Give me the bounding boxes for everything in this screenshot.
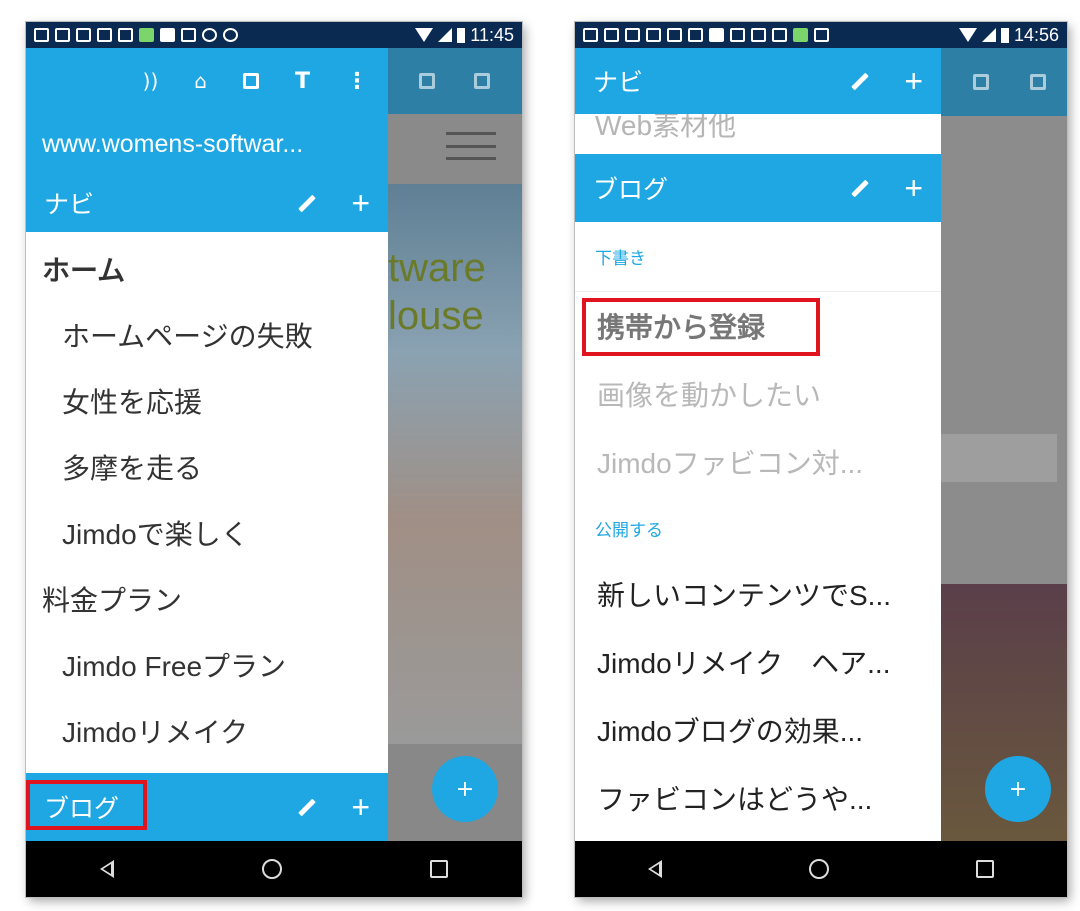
notification-icon xyxy=(625,28,640,42)
notification-icon xyxy=(688,28,703,42)
notification-icon xyxy=(814,28,829,42)
published-post-item[interactable]: 新しいコンテンツでS... xyxy=(575,560,941,628)
notification-icon xyxy=(160,28,175,42)
add-icon[interactable]: + xyxy=(904,172,923,204)
publish-section-label: 公開する xyxy=(595,520,663,540)
faded-navi-item[interactable]: Web素材他 xyxy=(575,114,941,154)
cart-icon[interactable]: ⌂ xyxy=(194,69,207,93)
home-icon[interactable] xyxy=(262,859,282,879)
navi-item[interactable]: 料金プラン xyxy=(26,566,388,632)
add-fab-button[interactable]: + xyxy=(432,756,498,822)
battery-icon xyxy=(457,27,466,43)
blog-highlight-box xyxy=(26,780,147,830)
draft-section-label: 下書き xyxy=(575,222,941,292)
edit-icon[interactable] xyxy=(851,72,870,90)
navi-header: ナビ + xyxy=(26,174,388,232)
status-time: 11:45 xyxy=(470,24,514,45)
notification-icon xyxy=(772,28,787,42)
grid-icon xyxy=(1030,74,1046,90)
mail-icon xyxy=(181,28,196,42)
notification-icon xyxy=(76,28,91,42)
recents-icon[interactable] xyxy=(430,860,448,878)
chart-icon[interactable] xyxy=(242,73,259,89)
notification-icon xyxy=(709,28,724,42)
navi-item[interactable]: Jimdoリメイク xyxy=(26,698,388,764)
navi-item[interactable]: ホーム xyxy=(26,236,388,302)
add-icon[interactable]: + xyxy=(904,65,923,97)
draft-post-item[interactable]: Jimdoファビコン対... xyxy=(575,428,941,496)
published-post-item[interactable]: Jimdoリメイク ヘア... xyxy=(575,628,941,696)
notification-icon xyxy=(751,28,766,42)
signal-icon xyxy=(981,28,996,42)
add-icon[interactable]: + xyxy=(351,187,370,219)
notification-icon xyxy=(97,28,112,42)
system-nav-bar xyxy=(575,841,1067,897)
recents-icon[interactable] xyxy=(975,860,994,878)
navi-item[interactable]: 多摩を走る xyxy=(26,434,388,500)
rss-icon[interactable]: )) xyxy=(143,69,159,93)
blog-header-label: ブログ xyxy=(593,176,669,204)
hero-text: tware louse xyxy=(388,246,486,338)
navi-header: ナビ + xyxy=(575,48,941,114)
right-phone-screen: 14:56 + ナビ + Web素材他 ブログ + 下書き 携帯から登録 画像を動… xyxy=(575,22,1067,897)
drawer-toolbar: )) ⌂ T ⋮ xyxy=(26,48,388,114)
published-post-item[interactable]: ファビコンはどうや... xyxy=(575,764,941,832)
home-icon[interactable] xyxy=(808,859,829,879)
navi-header-label: ナビ xyxy=(593,69,644,97)
notification-icon xyxy=(202,28,217,42)
navigation-drawer: )) ⌂ T ⋮ www.womens-softwar... ナビ + ホームホ… xyxy=(26,48,388,841)
notification-icon xyxy=(646,28,661,42)
system-nav-bar xyxy=(26,841,522,897)
status-time: 14:56 xyxy=(1013,24,1059,45)
signal-icon xyxy=(438,28,453,42)
blog-header: ブログ + xyxy=(575,154,941,222)
notification-icon xyxy=(118,28,133,42)
back-icon[interactable] xyxy=(648,860,663,878)
navi-header-label: ナビ xyxy=(44,191,95,219)
navigation-drawer: ナビ + Web素材他 ブログ + 下書き 携帯から登録 画像を動かしたい Jimd… xyxy=(575,48,941,841)
notification-icon xyxy=(34,28,49,42)
notification-icon xyxy=(793,28,808,42)
add-fab-button[interactable]: + xyxy=(985,756,1051,822)
published-post-item[interactable]: Jimdoブログの効果... xyxy=(575,696,941,764)
navi-item[interactable]: 女性を応援 xyxy=(26,368,388,434)
back-icon[interactable] xyxy=(100,860,114,878)
battery-icon xyxy=(1000,27,1009,43)
background-block xyxy=(941,434,1057,482)
paint-roller-icon[interactable]: T xyxy=(295,69,310,94)
edit-icon[interactable] xyxy=(298,194,317,212)
notification-icon xyxy=(730,28,745,42)
device-icon xyxy=(419,73,435,89)
published-list: 新しいコンテンツでS... Jimdoリメイク ヘア... Jimdoブログの効果.… xyxy=(575,560,941,832)
notification-icon xyxy=(55,28,70,42)
more-vert-icon[interactable]: ⋮ xyxy=(346,69,368,94)
status-bar: 11:45 xyxy=(26,22,522,48)
draft-post-item[interactable]: 画像を動かしたい xyxy=(575,360,941,428)
left-phone-screen: 11:45 tware louse + )) ⌂ T ⋮ www.womens-… xyxy=(26,22,522,897)
edit-icon[interactable] xyxy=(298,798,317,816)
add-icon[interactable]: + xyxy=(351,791,370,823)
mail-icon xyxy=(667,28,682,42)
navi-item[interactable]: Jimdo Freeプラン xyxy=(26,632,388,698)
notification-icon xyxy=(223,28,238,42)
status-bar: 14:56 xyxy=(575,22,1067,48)
background-image xyxy=(941,584,1067,864)
notification-icon xyxy=(139,28,154,42)
navi-list: ホーム ホームページの失敗 女性を応援 多摩を走る Jimdoで楽しく 料金プラン Jimd… xyxy=(26,232,388,764)
notification-icon xyxy=(604,28,619,42)
notification-icon xyxy=(583,28,598,42)
grid-icon xyxy=(474,73,490,89)
device-icon xyxy=(973,74,989,90)
draft-highlight-box xyxy=(582,298,820,356)
edit-icon[interactable] xyxy=(851,179,870,197)
wifi-icon xyxy=(415,28,434,42)
hamburger-icon xyxy=(446,132,496,160)
navi-item[interactable]: Jimdoで楽しく xyxy=(26,500,388,566)
wifi-icon xyxy=(958,28,977,42)
navi-item[interactable]: ホームページの失敗 xyxy=(26,302,388,368)
site-url: www.womens-softwar... xyxy=(26,114,388,174)
